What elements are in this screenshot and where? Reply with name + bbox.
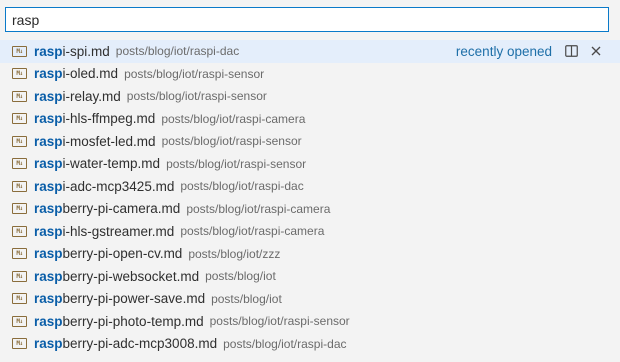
search-box[interactable] [5, 7, 609, 32]
markdown-file-icon: M↓ [12, 158, 27, 170]
filename-rest: berry-pi-power-save.md [62, 291, 206, 307]
result-path: posts/blog/iot [205, 269, 276, 284]
markdown-file-icon: M↓ [12, 45, 27, 57]
markdown-file-icon: M↓ [12, 248, 27, 260]
result-filename: raspberry-pi-photo-temp.md [34, 314, 204, 329]
result-path: posts/blog/iot/raspi-camera [180, 224, 325, 239]
result-filename: raspi-hls-gstreamer.md [34, 224, 174, 239]
match-highlight: rasp [34, 268, 63, 284]
match-highlight: rasp [34, 88, 63, 104]
match-highlight: rasp [34, 201, 63, 217]
result-filename: raspi-oled.md [34, 66, 118, 81]
result-row[interactable]: M↓ raspberry-pi-websocket.md posts/blog/… [0, 265, 620, 288]
match-highlight: rasp [34, 43, 63, 59]
result-path: posts/blog/iot/raspi-sensor [209, 314, 350, 329]
match-highlight: rasp [34, 313, 63, 329]
match-highlight: rasp [34, 336, 63, 352]
result-path: posts/blog/iot/zzz [188, 246, 281, 261]
markdown-file-icon: M↓ [12, 315, 27, 327]
filename-rest: i-mosfet-led.md [62, 133, 156, 149]
result-path: posts/blog/iot/raspi-sensor [161, 134, 302, 149]
search-input[interactable] [6, 8, 608, 31]
result-filename: raspberry-pi-open-cv.md [34, 246, 182, 261]
filename-rest: i-hls-gstreamer.md [62, 223, 175, 239]
match-highlight: rasp [34, 111, 63, 127]
match-highlight: rasp [34, 246, 63, 262]
match-highlight: rasp [34, 133, 63, 149]
markdown-file-icon: M↓ [12, 180, 27, 192]
result-filename: raspi-relay.md [34, 89, 121, 104]
filename-rest: berry-pi-adc-mcp3008.md [62, 336, 218, 352]
result-filename: raspberry-pi-power-save.md [34, 291, 205, 306]
result-row[interactable]: M↓ raspi-relay.md posts/blog/iot/raspi-s… [0, 85, 620, 108]
result-row[interactable]: M↓ raspberry-pi-open-cv.md posts/blog/io… [0, 243, 620, 266]
result-row[interactable]: M↓ raspi-water-temp.md posts/blog/iot/ra… [0, 153, 620, 176]
result-row[interactable]: M↓ raspi-hls-gstreamer.md posts/blog/iot… [0, 220, 620, 243]
result-row[interactable]: M↓ raspberry-pi-camera.md posts/blog/iot… [0, 198, 620, 221]
result-list: M↓ raspi-spi.md posts/blog/iot/raspi-dac… [0, 40, 620, 355]
match-highlight: rasp [34, 66, 63, 82]
result-path: posts/blog/iot/raspi-sensor [126, 89, 267, 104]
filename-rest: berry-pi-photo-temp.md [62, 313, 204, 329]
result-path: posts/blog/iot/raspi-camera [186, 201, 331, 216]
result-row[interactable]: M↓ raspi-spi.md posts/blog/iot/raspi-dac… [0, 40, 620, 63]
recently-opened-label: recently opened [455, 43, 552, 59]
result-filename: raspberry-pi-adc-mcp3008.md [34, 336, 217, 351]
filename-rest: i-hls-ffmpeg.md [62, 111, 156, 127]
result-path: posts/blog/iot/raspi-dac [180, 179, 304, 194]
result-path: posts/blog/iot/raspi-sensor [166, 156, 307, 171]
markdown-file-icon: M↓ [12, 293, 27, 305]
result-row[interactable]: M↓ raspi-adc-mcp3425.md posts/blog/iot/r… [0, 175, 620, 198]
result-filename: raspi-water-temp.md [34, 156, 160, 171]
match-highlight: rasp [34, 223, 63, 239]
markdown-file-icon: M↓ [12, 270, 27, 282]
match-highlight: rasp [34, 156, 63, 172]
markdown-file-icon: M↓ [12, 90, 27, 102]
filename-rest: i-spi.md [62, 43, 110, 59]
markdown-file-icon: M↓ [12, 113, 27, 125]
result-filename: raspi-adc-mcp3425.md [34, 179, 174, 194]
result-path: posts/blog/iot/raspi-camera [161, 111, 306, 126]
filename-rest: i-relay.md [62, 88, 121, 104]
markdown-file-icon: M↓ [12, 68, 27, 80]
result-path: posts/blog/iot [211, 291, 282, 306]
result-row[interactable]: M↓ raspi-hls-ffmpeg.md posts/blog/iot/ra… [0, 108, 620, 131]
markdown-file-icon: M↓ [12, 135, 27, 147]
result-path: posts/blog/iot/raspi-dac [115, 44, 240, 59]
filename-rest: berry-pi-websocket.md [62, 268, 200, 284]
result-path: posts/blog/iot/raspi-sensor [124, 66, 265, 81]
markdown-file-icon: M↓ [12, 225, 27, 237]
filename-rest: i-water-temp.md [62, 156, 161, 172]
filename-rest: i-oled.md [62, 66, 119, 82]
close-icon[interactable] [590, 45, 602, 57]
result-filename: raspi-hls-ffmpeg.md [34, 111, 155, 126]
result-filename: raspi-spi.md [34, 44, 110, 59]
split-editor-icon[interactable] [565, 45, 578, 57]
result-row[interactable]: M↓ raspi-mosfet-led.md posts/blog/iot/ra… [0, 130, 620, 153]
filename-rest: berry-pi-open-cv.md [62, 246, 183, 262]
result-row[interactable]: M↓ raspberry-pi-photo-temp.md posts/blog… [0, 310, 620, 333]
markdown-file-icon: M↓ [12, 203, 27, 215]
match-highlight: rasp [34, 178, 63, 194]
match-highlight: rasp [34, 291, 63, 307]
filename-rest: i-adc-mcp3425.md [62, 178, 175, 194]
quick-open-palette: M↓ raspi-spi.md posts/blog/iot/raspi-dac… [0, 0, 620, 362]
result-filename: raspberry-pi-websocket.md [34, 269, 199, 284]
result-filename: raspi-mosfet-led.md [34, 134, 156, 149]
result-row[interactable]: M↓ raspberry-pi-adc-mcp3008.md posts/blo… [0, 333, 620, 356]
result-row[interactable]: M↓ raspi-oled.md posts/blog/iot/raspi-se… [0, 63, 620, 86]
result-row[interactable]: M↓ raspberry-pi-power-save.md posts/blog… [0, 288, 620, 311]
result-filename: raspberry-pi-camera.md [34, 201, 180, 216]
result-path: posts/blog/iot/raspi-dac [223, 336, 347, 351]
filename-rest: berry-pi-camera.md [62, 201, 181, 217]
markdown-file-icon: M↓ [12, 338, 27, 350]
